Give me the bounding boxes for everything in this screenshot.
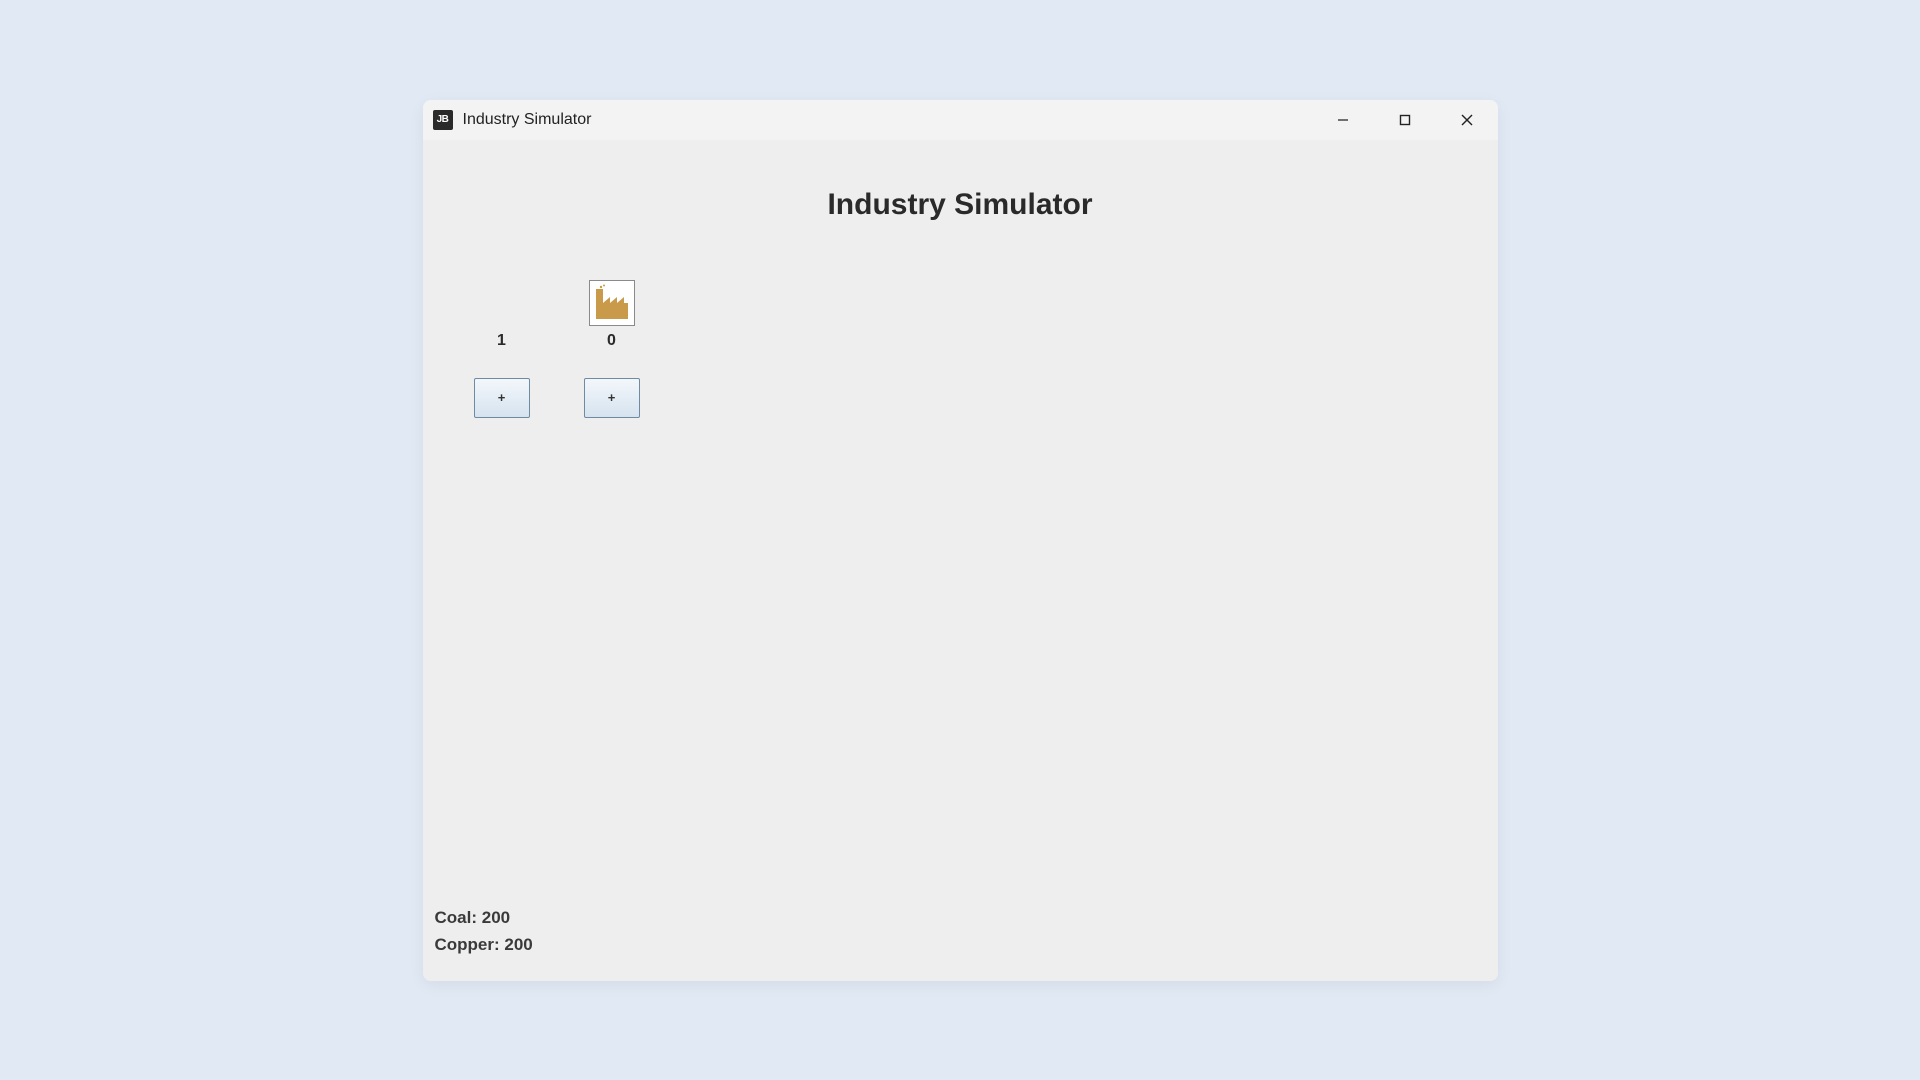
application-window: JB Industry Simulator Industry Simulator… [423, 100, 1498, 981]
add-button[interactable]: + [584, 378, 640, 418]
resource-value: 200 [504, 935, 532, 954]
content-area: Industry Simulator 1 + [423, 140, 1498, 981]
resource-label: Copper [435, 935, 495, 954]
building-slots: 1 + 0 + [477, 280, 637, 418]
close-icon [1460, 113, 1474, 127]
building-slot: 1 + [477, 280, 527, 418]
page-title: Industry Simulator [423, 188, 1498, 222]
window-controls [1312, 100, 1498, 140]
building-slot: 0 + [587, 280, 637, 418]
resource-row: Copper: 200 [435, 931, 533, 958]
resource-label: Coal [435, 908, 472, 927]
empty-slot-icon [479, 280, 525, 326]
slot-count: 1 [497, 332, 506, 350]
resource-panel: Coal: 200 Copper: 200 [435, 904, 533, 958]
app-icon: JB [433, 110, 453, 130]
slot-count: 0 [607, 332, 616, 350]
titlebar: JB Industry Simulator [423, 100, 1498, 140]
add-button[interactable]: + [474, 378, 530, 418]
minimize-icon [1336, 113, 1350, 127]
maximize-icon [1398, 113, 1412, 127]
resource-row: Coal: 200 [435, 904, 533, 931]
slot-icon-box[interactable] [589, 280, 635, 326]
maximize-button[interactable] [1374, 100, 1436, 140]
resource-value: 200 [482, 908, 510, 927]
close-button[interactable] [1436, 100, 1498, 140]
factory-icon [592, 283, 632, 323]
minimize-button[interactable] [1312, 100, 1374, 140]
window-title: Industry Simulator [463, 111, 592, 129]
